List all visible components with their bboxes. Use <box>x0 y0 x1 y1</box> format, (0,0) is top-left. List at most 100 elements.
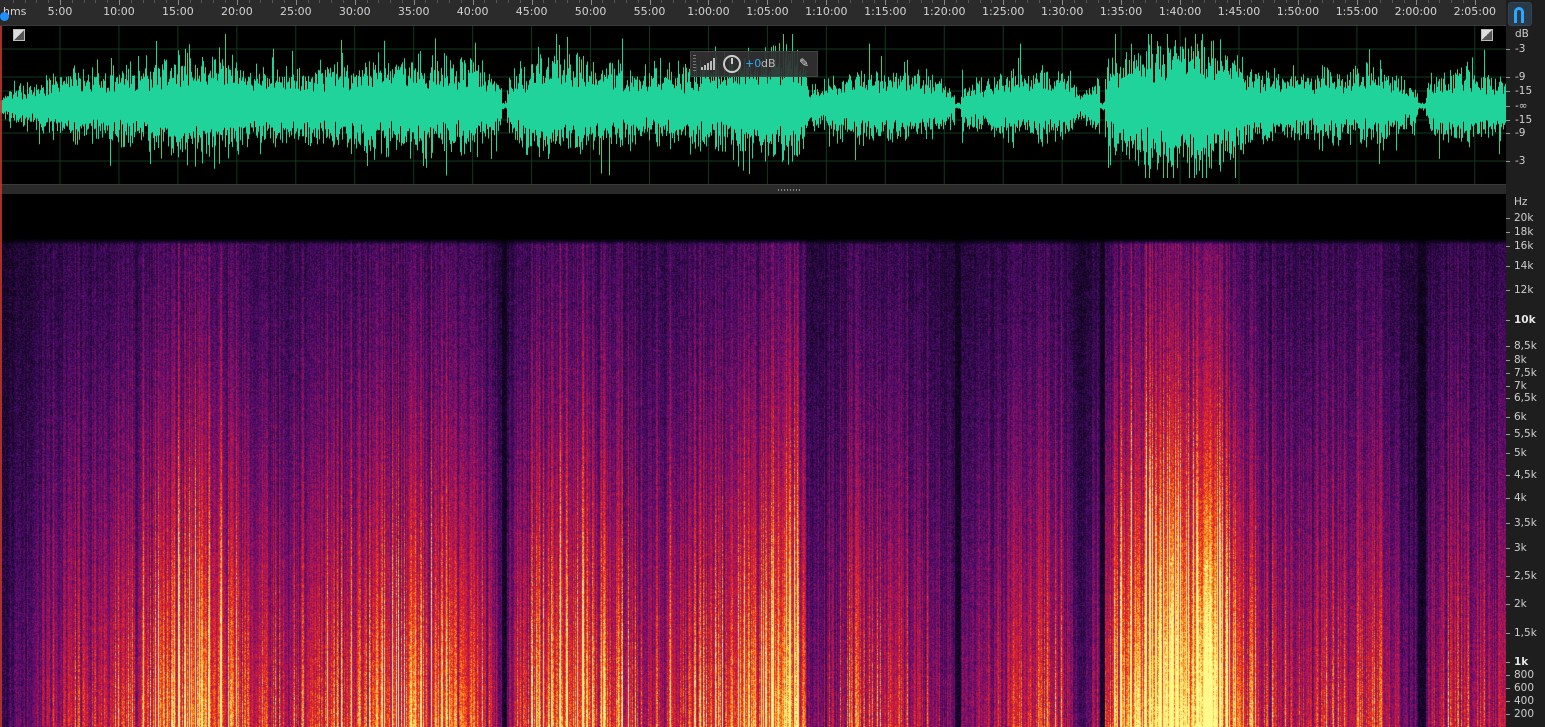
gain-hud[interactable]: +0 dB ✎ <box>690 51 818 77</box>
ruler-minor-tick <box>1109 0 1111 3</box>
ruler-minor-tick <box>189 0 191 3</box>
time-ruler[interactable]: hms 5:00 10:00 15:00 20:00 25:00 30:00 35:00 40… <box>0 0 1506 26</box>
db-scale-tick <box>1506 77 1510 78</box>
spectrogram-view[interactable] <box>0 194 1506 727</box>
hz-scale-label: 8k <box>1514 354 1527 366</box>
ruler-tick-label: 55:00 <box>633 5 666 18</box>
ruler-minor-tick <box>967 0 969 3</box>
ruler-minor-tick <box>1038 0 1040 3</box>
hz-scale-label: 400 <box>1514 695 1535 707</box>
hz-scale-label: 600 <box>1514 682 1535 694</box>
hz-scale-tick <box>1506 290 1510 291</box>
ruler-tick-label: 40:00 <box>456 5 489 18</box>
level-bars-icon <box>701 58 717 70</box>
ruler-tick-label: 5:00 <box>47 5 73 18</box>
ruler-minor-tick <box>1309 0 1311 3</box>
ruler-minor-tick <box>1085 0 1087 3</box>
hz-scale-tick <box>1506 373 1510 374</box>
hz-scale-label: 3k <box>1514 542 1527 554</box>
db-scale-label: dB <box>1515 28 1529 40</box>
snap-toggle-button[interactable] <box>1508 2 1532 26</box>
ruler-minor-tick <box>437 0 439 3</box>
ruler-tick-label: 1:35:00 <box>1099 5 1143 18</box>
ruler-tick-label: 1:25:00 <box>981 5 1025 18</box>
ruler-minor-tick <box>614 0 616 3</box>
ruler-tick-label: 15:00 <box>162 5 194 18</box>
ruler-minor-tick <box>1203 0 1205 3</box>
ruler-minor-tick <box>1333 0 1335 3</box>
hz-scale-tick <box>1506 346 1510 347</box>
ruler-minor-tick <box>449 0 451 3</box>
pin-icon[interactable]: ✎ <box>799 56 809 70</box>
hz-scale-label: 3,5k <box>1514 517 1537 529</box>
gain-knob[interactable] <box>723 55 741 73</box>
ruler-tick-label: 1:00:00 <box>687 5 730 18</box>
ruler-tick-label: 2:05:00 <box>1453 5 1496 18</box>
hz-scale-label: 4k <box>1514 492 1527 504</box>
ruler-minor-tick <box>720 0 722 3</box>
db-scale-label: -15 <box>1515 85 1533 97</box>
db-scale-label: -15 <box>1515 114 1533 126</box>
ruler-minor-tick <box>637 0 639 3</box>
playhead-marker[interactable] <box>0 12 9 21</box>
hz-scale-label: 2,5k <box>1514 570 1537 582</box>
ruler-minor-tick <box>1168 0 1170 3</box>
ruler-minor-tick <box>908 0 910 3</box>
ruler-minor-tick <box>979 0 981 3</box>
hz-scale-tick <box>1506 218 1510 219</box>
ruler-minor-tick <box>1026 0 1028 3</box>
ruler-minor-tick <box>1191 0 1193 3</box>
hz-scale-tick <box>1506 498 1510 499</box>
ruler-minor-tick <box>1132 0 1134 3</box>
hz-scale-tick <box>1506 434 1510 435</box>
expand-right-icon[interactable] <box>1481 29 1493 41</box>
drag-grip-icon[interactable] <box>693 55 696 73</box>
db-scale-label: -3 <box>1515 155 1526 167</box>
ruler-minor-tick <box>225 0 227 3</box>
ruler-minor-tick <box>1156 0 1158 3</box>
splitter-grip-icon[interactable] <box>778 189 800 191</box>
ruler-minor-tick <box>307 0 309 3</box>
ruler-minor-tick <box>1050 0 1052 3</box>
ruler-minor-tick <box>36 0 38 3</box>
ruler-minor-tick <box>331 0 333 3</box>
ruler-minor-tick <box>366 0 368 3</box>
ruler-minor-tick <box>1014 0 1016 3</box>
ruler-minor-tick <box>154 0 156 3</box>
ruler-minor-tick <box>142 0 144 3</box>
hz-scale-label: 5,5k <box>1514 428 1537 440</box>
ruler-minor-tick <box>1274 0 1276 3</box>
ruler-minor-tick <box>496 0 498 3</box>
hz-scale-label: Hz <box>1514 196 1528 208</box>
waveform-view[interactable]: +0 dB ✎ <box>0 26 1506 184</box>
ruler-tick-label: 1:50:00 <box>1276 5 1320 18</box>
gain-unit: dB <box>761 57 776 70</box>
ruler-minor-tick <box>779 0 781 3</box>
ruler-tick-label: 1:45:00 <box>1217 5 1261 18</box>
ruler-minor-tick <box>755 0 757 3</box>
ruler-minor-tick <box>849 0 851 3</box>
ruler-minor-tick <box>1097 0 1099 3</box>
db-scale-label: -∞ <box>1515 100 1528 112</box>
ruler-minor-tick <box>673 0 675 3</box>
selection-start-marker[interactable] <box>0 26 2 727</box>
ruler-minor-tick <box>1250 0 1252 3</box>
ruler-minor-tick <box>956 0 958 3</box>
ruler-minor-tick <box>1144 0 1146 3</box>
ruler-minor-tick <box>1380 0 1382 3</box>
hz-scale-tick <box>1506 453 1510 454</box>
ruler-tick-label: 50:00 <box>574 5 607 18</box>
hz-scale-tick <box>1506 714 1510 715</box>
hz-scale-label: 20k <box>1514 212 1534 224</box>
hz-scale-tick <box>1506 266 1510 267</box>
ruler-minor-tick <box>519 0 521 3</box>
hz-scale-tick <box>1506 360 1510 361</box>
expand-left-icon[interactable] <box>13 29 25 41</box>
ruler-tick-label: 1:10:00 <box>805 5 848 18</box>
hz-scale-tick <box>1506 417 1510 418</box>
ruler-minor-tick <box>1345 0 1347 3</box>
hz-scale-tick <box>1506 475 1510 476</box>
db-scale-label: -9 <box>1515 127 1526 139</box>
hz-scale-label: 4,5k <box>1514 469 1537 481</box>
ruler-tick-label: 1:05:00 <box>746 5 789 18</box>
